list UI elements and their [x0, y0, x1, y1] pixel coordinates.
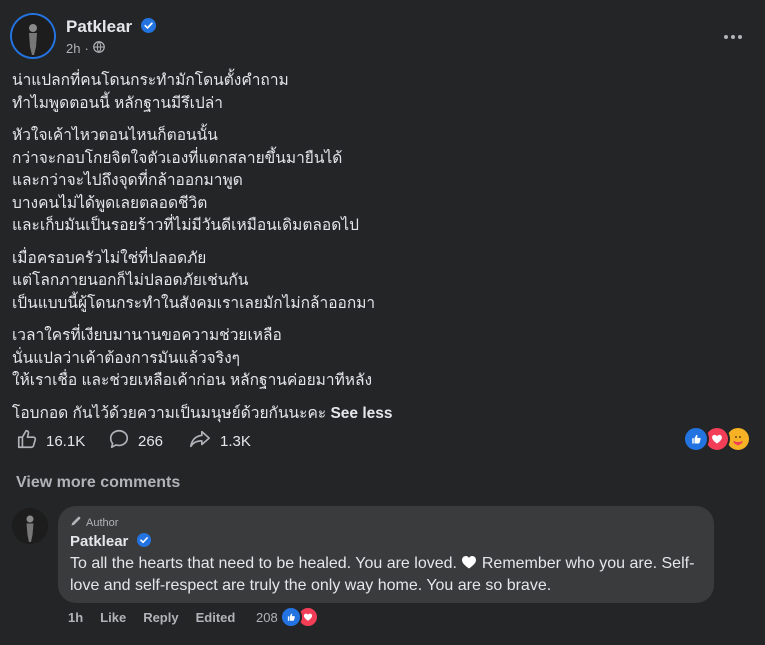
see-less-link[interactable]: See less: [330, 405, 392, 422]
author-name-text[interactable]: Patklear: [66, 17, 132, 36]
meta-separator: ·: [84, 41, 89, 56]
paragraph-2: หัวใจเค้าไหวตอนไหนก็ตอนนั้น กว่าจะกอบโกย…: [12, 125, 742, 238]
post-body: น่าแปลกที่คนโดนกระทำมักโดนตั้งคำถาม ทำไม…: [12, 70, 742, 425]
comment-bubble: Author Patklear To all the hearts that n…: [58, 506, 714, 603]
comment-reaction-count: 208: [256, 609, 278, 625]
author-badge-label: Author: [86, 516, 119, 529]
comment-author[interactable]: Patklear: [70, 533, 151, 551]
verified-icon: [136, 533, 151, 551]
share-count: 1.3K: [220, 432, 251, 450]
paragraph-1: น่าแปลกที่คนโดนกระทำมักโดนตั้งคำถาม ทำไม…: [12, 70, 742, 115]
globe-icon: [92, 41, 105, 56]
post-line: บางคนไม่ได้พูดเลยตลอดชีวิต: [12, 194, 208, 212]
like-count: 16.1K: [46, 432, 86, 450]
author-name[interactable]: Patklear: [66, 17, 156, 38]
post-line: หัวใจเค้าไหวตอนไหนก็ตอนนั้น: [12, 127, 218, 144]
comment-button[interactable]: 266: [108, 428, 163, 454]
post-last-line-text: โอบกอด กันไว้ด้วยความเป็นมนุษย์ด้วยกันนะ…: [12, 404, 327, 422]
comment-actions: 1h Like Reply Edited: [68, 610, 252, 625]
white-heart-icon: [461, 555, 477, 572]
post-line: เวลาใครที่เงียบมานานขอความช่วยเหลือ: [12, 327, 282, 344]
comment-edited-label[interactable]: Edited: [196, 610, 236, 625]
post-card: Patklear 2h · น่าแปลกที่คนโดนกระทำมักโดน…: [0, 0, 765, 645]
verified-icon: [140, 17, 156, 38]
post-line: ให้เราเชื่อ และช่วยเหลือเค้าก่อน หลักฐาน…: [12, 372, 373, 389]
comment-icon: [108, 428, 130, 454]
like-icon: [16, 428, 38, 454]
more-options-button[interactable]: [718, 21, 748, 51]
post-time[interactable]: 2h: [66, 41, 80, 56]
post-line: แต่โลกภายนอกก็ไม่ปลอดภัยเช่นกัน: [12, 272, 249, 289]
post-line: เป็นแบบนี้ผู้โดนกระทำในสังคมเราเลยมักไม่…: [12, 294, 376, 312]
post-line: น่าแปลกที่คนโดนกระทำมักโดนตั้งคำถาม: [12, 72, 289, 89]
paragraph-4: เวลาใครที่เงียบมานานขอความช่วยเหลือ นั่น…: [12, 325, 742, 393]
share-button[interactable]: 1.3K: [188, 428, 251, 454]
author-badge: Author: [70, 515, 118, 530]
profile-avatar[interactable]: [12, 15, 54, 57]
comment-reply-button[interactable]: Reply: [143, 610, 178, 625]
view-more-comments-link[interactable]: View more comments: [16, 474, 180, 492]
share-icon: [188, 428, 212, 454]
like-button[interactable]: 16.1K: [16, 428, 85, 454]
comment-time[interactable]: 1h: [68, 610, 83, 625]
like-reaction-icon: [279, 606, 302, 628]
comment-reactions[interactable]: 208: [256, 606, 319, 628]
post-line: กว่าจะกอบโกยจิตใจตัวเองที่แตกสลายขึ้นมาย…: [12, 149, 343, 167]
comment-avatar[interactable]: [12, 508, 48, 544]
comment-text: To all the hearts that need to be healed…: [70, 553, 706, 597]
paragraph-5: โอบกอด กันไว้ด้วยความเป็นมนุษย์ด้วยกันนะ…: [12, 403, 742, 426]
post-line: และกว่าจะไปถึงจุดที่กล้าออกมาพูด: [12, 172, 243, 189]
paragraph-3: เมื่อครอบครัวไม่ใช่ที่ปลอดภัย แต่โลกภายน…: [12, 248, 742, 316]
like-reaction-icon: [683, 426, 709, 452]
post-meta: 2h ·: [66, 41, 105, 56]
comment-text-start: To all the hearts that need to be healed…: [70, 555, 457, 572]
comment-author-text[interactable]: Patklear: [70, 533, 128, 550]
post-line: นั่นแปลว่าเค้าต้องการมันแล้วจริงๆ: [12, 349, 240, 367]
reactions-summary[interactable]: [683, 426, 751, 452]
more-icon: [723, 27, 743, 45]
comment-count: 266: [138, 432, 164, 450]
post-actions: 16.1K 266 1.3K: [16, 426, 751, 456]
post-last-line: โอบกอด กันไว้ด้วยความเป็นมนุษย์ด้วยกันนะ…: [12, 403, 742, 426]
pencil-icon: [70, 515, 82, 530]
post-line: เมื่อครอบครัวไม่ใช่ที่ปลอดภัย: [12, 249, 207, 267]
comment-like-button[interactable]: Like: [100, 610, 126, 625]
post-line: ทำไมพูดตอนนี้ หลักฐานมีรึเปล่า: [12, 94, 223, 112]
post-header: Patklear 2h ·: [12, 15, 752, 63]
post-line: และเก็บมันเป็นรอยร้าวที่ไม่มีวันดีเหมือน…: [12, 217, 359, 234]
